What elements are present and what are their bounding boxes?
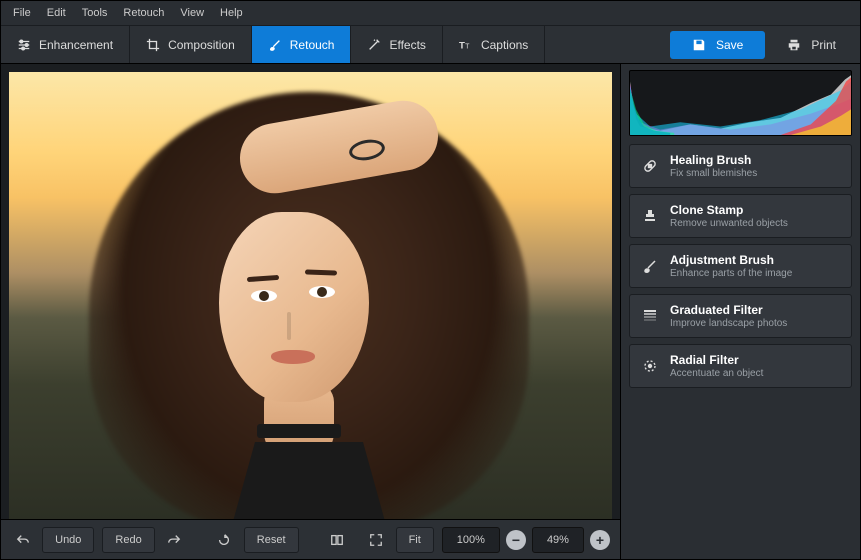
fit-icon-button[interactable] xyxy=(364,527,387,553)
undo-icon-button[interactable] xyxy=(11,527,34,553)
save-icon xyxy=(692,38,706,52)
print-label: Print xyxy=(811,38,836,52)
reset-icon-button[interactable] xyxy=(213,527,236,553)
zoom-out-button[interactable]: − xyxy=(506,530,526,550)
redo-icon-button[interactable] xyxy=(163,527,186,553)
right-panel: Healing Brush Fix small blemishes Clone … xyxy=(620,64,860,559)
tool-healing-brush[interactable]: Healing Brush Fix small blemishes xyxy=(629,144,852,188)
tool-desc: Improve landscape photos xyxy=(670,318,787,329)
tab-label: Captions xyxy=(481,38,528,52)
menu-view[interactable]: View xyxy=(172,4,212,22)
sliders-icon xyxy=(17,38,31,52)
canvas-viewport xyxy=(1,64,620,519)
tool-desc: Remove unwanted objects xyxy=(670,218,788,229)
image-canvas[interactable] xyxy=(9,72,612,519)
tool-desc: Fix small blemishes xyxy=(670,168,757,179)
crop-icon xyxy=(146,38,160,52)
save-button[interactable]: Save xyxy=(670,31,765,59)
histogram[interactable] xyxy=(629,70,852,136)
canvas-decoration xyxy=(219,212,369,402)
zoom-in-button[interactable]: + xyxy=(590,530,610,550)
menu-edit[interactable]: Edit xyxy=(39,4,74,22)
tool-title: Graduated Filter xyxy=(670,303,787,317)
tool-desc: Accentuate an object xyxy=(670,368,763,379)
tool-title: Adjustment Brush xyxy=(670,253,792,267)
menu-bar: File Edit Tools Retouch View Help xyxy=(1,1,860,26)
main-area: Undo Redo Reset Fit xyxy=(1,64,860,559)
zoom-current[interactable]: 49% xyxy=(532,527,584,553)
zoom-100-button[interactable]: 100% xyxy=(442,527,500,553)
menu-help[interactable]: Help xyxy=(212,4,251,22)
tool-tabs: Enhancement Composition Retouch Effects xyxy=(1,26,545,63)
compare-button[interactable] xyxy=(325,527,348,553)
wand-icon xyxy=(367,38,381,52)
canvas-decoration xyxy=(287,312,291,340)
tool-text: Adjustment Brush Enhance parts of the im… xyxy=(670,253,792,279)
svg-text:T: T xyxy=(465,43,470,50)
canvas-decoration xyxy=(251,290,277,302)
tool-title: Clone Stamp xyxy=(670,203,788,217)
canvas-area: Undo Redo Reset Fit xyxy=(1,64,620,559)
tab-label: Enhancement xyxy=(39,38,113,52)
bandage-icon xyxy=(640,156,660,176)
canvas-decoration xyxy=(257,424,341,438)
menu-retouch[interactable]: Retouch xyxy=(115,4,172,22)
tab-captions[interactable]: TT Captions xyxy=(443,26,545,63)
gradient-icon xyxy=(640,306,660,326)
tab-label: Retouch xyxy=(290,38,335,52)
reset-button[interactable]: Reset xyxy=(244,527,299,553)
tool-text: Graduated Filter Improve landscape photo… xyxy=(670,303,787,329)
text-icon: TT xyxy=(459,38,473,52)
undo-button[interactable]: Undo xyxy=(42,527,94,553)
menu-tools[interactable]: Tools xyxy=(74,4,116,22)
main-toolbar: Enhancement Composition Retouch Effects xyxy=(1,26,860,64)
canvas-decoration xyxy=(317,287,327,297)
tool-radial-filter[interactable]: Radial Filter Accentuate an object xyxy=(629,344,852,388)
tool-title: Healing Brush xyxy=(670,153,757,167)
stamp-icon xyxy=(640,206,660,226)
canvas-decoration xyxy=(259,291,269,301)
canvas-decoration xyxy=(305,269,337,275)
menu-file[interactable]: File xyxy=(5,4,39,22)
brush-icon xyxy=(640,256,660,276)
tool-title: Radial Filter xyxy=(670,353,763,367)
canvas-decoration xyxy=(271,350,315,364)
redo-button[interactable]: Redo xyxy=(102,527,154,553)
tool-desc: Enhance parts of the image xyxy=(670,268,792,279)
tool-text: Radial Filter Accentuate an object xyxy=(670,353,763,379)
save-label: Save xyxy=(716,38,743,52)
tab-retouch[interactable]: Retouch xyxy=(252,26,352,63)
canvas-decoration xyxy=(309,286,335,298)
print-button[interactable]: Print xyxy=(773,31,850,59)
radial-icon xyxy=(640,356,660,376)
retouch-tools-list: Healing Brush Fix small blemishes Clone … xyxy=(621,144,860,388)
tool-text: Healing Brush Fix small blemishes xyxy=(670,153,757,179)
status-bar: Undo Redo Reset Fit xyxy=(1,519,620,559)
tool-graduated-filter[interactable]: Graduated Filter Improve landscape photo… xyxy=(629,294,852,338)
zoom-controls: 100% − 49% + xyxy=(442,527,610,553)
histogram-graph xyxy=(630,71,851,135)
tab-label: Effects xyxy=(389,38,425,52)
tab-effects[interactable]: Effects xyxy=(351,26,442,63)
tool-adjustment-brush[interactable]: Adjustment Brush Enhance parts of the im… xyxy=(629,244,852,288)
tool-text: Clone Stamp Remove unwanted objects xyxy=(670,203,788,229)
toolbar-spacer xyxy=(545,26,670,63)
tab-label: Composition xyxy=(168,38,235,52)
print-icon xyxy=(787,38,801,52)
tool-clone-stamp[interactable]: Clone Stamp Remove unwanted objects xyxy=(629,194,852,238)
brush-icon xyxy=(268,38,282,52)
fit-button[interactable]: Fit xyxy=(396,527,434,553)
tab-enhancement[interactable]: Enhancement xyxy=(1,26,130,63)
svg-text:T: T xyxy=(459,40,465,51)
app-window: File Edit Tools Retouch View Help Enhanc… xyxy=(0,0,861,560)
tab-composition[interactable]: Composition xyxy=(130,26,252,63)
toolbar-actions: Save Print xyxy=(670,26,860,63)
